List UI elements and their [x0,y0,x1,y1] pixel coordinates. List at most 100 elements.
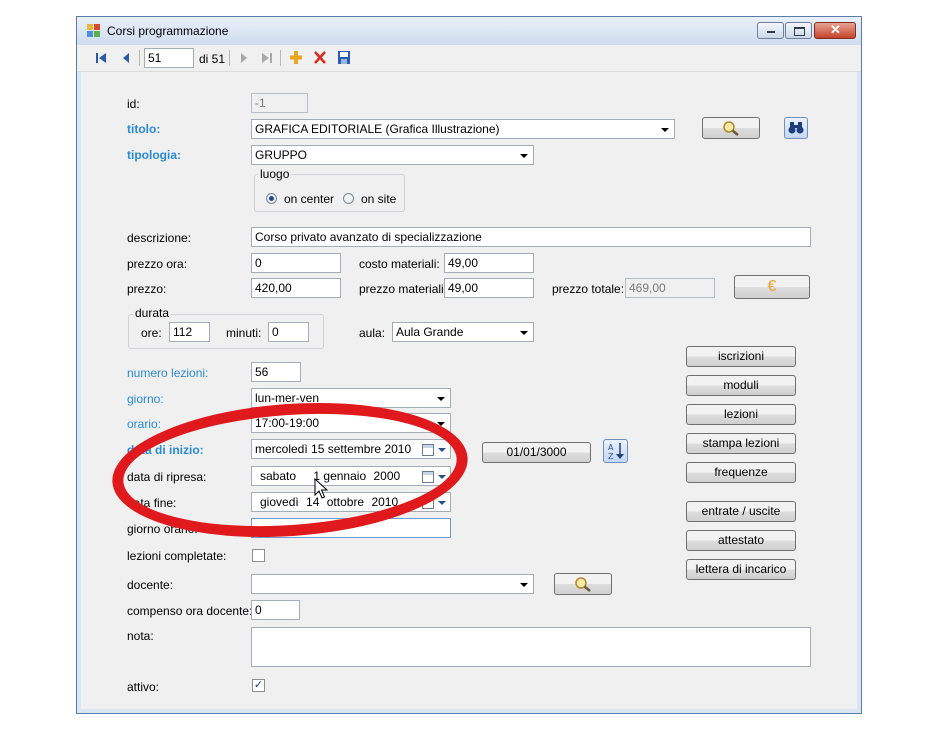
save-icon[interactable] [337,49,351,67]
data-inizio-weekday: mercoledì [255,442,308,456]
luogo-group-title: luogo [258,167,292,181]
id-field: -1 [251,93,308,113]
iscrizioni-button[interactable]: iscrizioni [686,346,796,367]
lezioni-completate-label: lezioni completate: [127,549,227,563]
titolo-value: GRAFICA EDITORIALE (Grafica Illustrazion… [255,122,500,136]
on-site-label[interactable]: on site [361,192,396,206]
tipologia-value: GRUPPO [255,148,308,162]
prezzo-materiali-label: prezzo materiali: [359,282,448,296]
giorno-orario-field[interactable] [251,518,451,538]
orario-label: orario: [127,417,162,431]
attivo-checkbox[interactable]: ✓ [252,679,265,692]
attestato-button[interactable]: attestato [686,530,796,551]
search-titolo-button[interactable] [702,117,760,139]
maximize-icon [794,27,805,36]
prezzo-ora-field[interactable]: 0 [251,253,341,273]
lezioni-completate-checkbox[interactable] [252,549,265,562]
delete-icon[interactable] [313,49,327,67]
chevron-down-icon [438,475,446,479]
count-label: di 51 [199,52,226,66]
search-icon [575,577,591,592]
move-first-icon[interactable] [95,49,107,67]
window-title: Corsi programmazione [107,24,229,38]
mouse-cursor-icon [314,478,329,499]
entrate-uscite-button[interactable]: entrate / uscite [686,501,796,522]
costo-materiali-field[interactable]: 49,00 [444,253,534,273]
minimize-button[interactable] [757,22,784,39]
data-fine-month: ottobre [326,495,365,509]
giorno-combo[interactable]: lun-mer-ven [251,388,451,408]
aula-value: Aula Grande [396,325,464,339]
tipologia-combo[interactable]: GRUPPO [251,145,534,165]
data-ripresa-year: 2000 [373,469,401,483]
giorno-value: lun-mer-ven [255,391,320,405]
numero-lezioni-label: numero lezioni: [127,366,209,380]
data-fine-weekday: giovedì [260,495,299,509]
prezzo-label: prezzo: [127,282,167,296]
numero-lezioni-field[interactable]: 56 [251,362,301,382]
costo-materiali-label: costo materiali: [359,257,440,271]
date-reset-button[interactable]: 01/01/3000 [482,442,591,463]
app-icon [87,24,101,38]
prezzo-totale-field: 469,00 [625,278,715,298]
compenso-label: compenso ora docente: [127,604,253,618]
orario-combo[interactable]: 17:00-19:00 [251,413,451,433]
aula-combo[interactable]: Aula Grande [392,322,534,342]
data-fine-picker[interactable]: giovedì 14 ottobre 2010 [251,492,451,512]
giorno-label: giorno: [127,392,164,406]
chevron-down-icon [438,501,446,505]
prezzo-materiali-field[interactable]: 49,00 [444,278,534,298]
close-button[interactable]: ✕ [814,22,856,39]
minuti-label: minuti: [226,326,262,340]
compenso-field[interactable]: 0 [251,600,300,620]
moduli-button[interactable]: moduli [686,375,796,396]
on-center-radio[interactable] [266,193,277,204]
on-site-radio[interactable] [343,193,354,204]
attivo-label: attivo: [127,680,160,694]
data-ripresa-picker[interactable]: sabato 1 gennaio 2000 [251,466,451,486]
calculate-euro-button[interactable]: € [734,275,810,299]
lezioni-button[interactable]: lezioni [686,404,796,425]
prezzo-field[interactable]: 420,00 [251,278,341,298]
find-button[interactable] [784,117,808,139]
data-ripresa-label: data di ripresa: [127,470,207,484]
titolo-combo[interactable]: GRAFICA EDITORIALE (Grafica Illustrazion… [251,119,675,139]
euro-icon: € [767,278,777,295]
on-center-label[interactable]: on center [284,192,334,206]
calendar-icon [422,471,434,483]
descrizione-field[interactable]: Corso privato avanzato di specializzazio… [251,227,811,247]
title-bar[interactable]: Corsi programmazione ✕ [77,17,861,45]
svg-text:Z: Z [608,452,614,461]
move-last-icon[interactable] [261,49,273,67]
search-docente-button[interactable] [554,573,612,595]
calendar-icon [422,497,434,509]
close-icon: ✕ [830,22,841,37]
titolo-label: titolo: [127,122,161,136]
position-input[interactable]: 51 [144,48,194,68]
nota-field[interactable] [251,627,811,667]
move-previous-icon[interactable] [121,49,131,67]
binoculars-icon [788,122,804,134]
lettera-incarico-button[interactable]: lettera di incarico [686,559,796,580]
data-inizio-picker[interactable]: mercoledì 15 settembre 2010 [251,439,451,459]
toolbar-separator [229,50,230,66]
frequenze-button[interactable]: frequenze [686,462,796,483]
data-inizio-month: settembre [327,442,382,456]
maximize-button[interactable] [785,22,812,39]
move-next-icon[interactable] [239,49,249,67]
form-client-area: id: -1 titolo: GRAFICA EDITORIALE (Grafi… [81,72,857,709]
ore-field[interactable]: 112 [169,322,210,342]
sort-button[interactable]: AZ [603,439,628,463]
add-new-icon[interactable] [289,49,303,67]
calendar-icon [422,444,434,456]
nota-label: nota: [127,629,154,643]
chevron-down-icon [437,397,445,401]
minuti-field[interactable]: 0 [268,322,309,342]
chevron-down-icon [661,128,669,132]
navigator-toolbar: 51 di 51 [77,45,861,72]
stampa-lezioni-button[interactable]: stampa lezioni [686,433,796,454]
chevron-down-icon [520,331,528,335]
docente-combo[interactable] [251,574,534,594]
chevron-down-icon [520,154,528,158]
toolbar-separator [139,50,140,66]
